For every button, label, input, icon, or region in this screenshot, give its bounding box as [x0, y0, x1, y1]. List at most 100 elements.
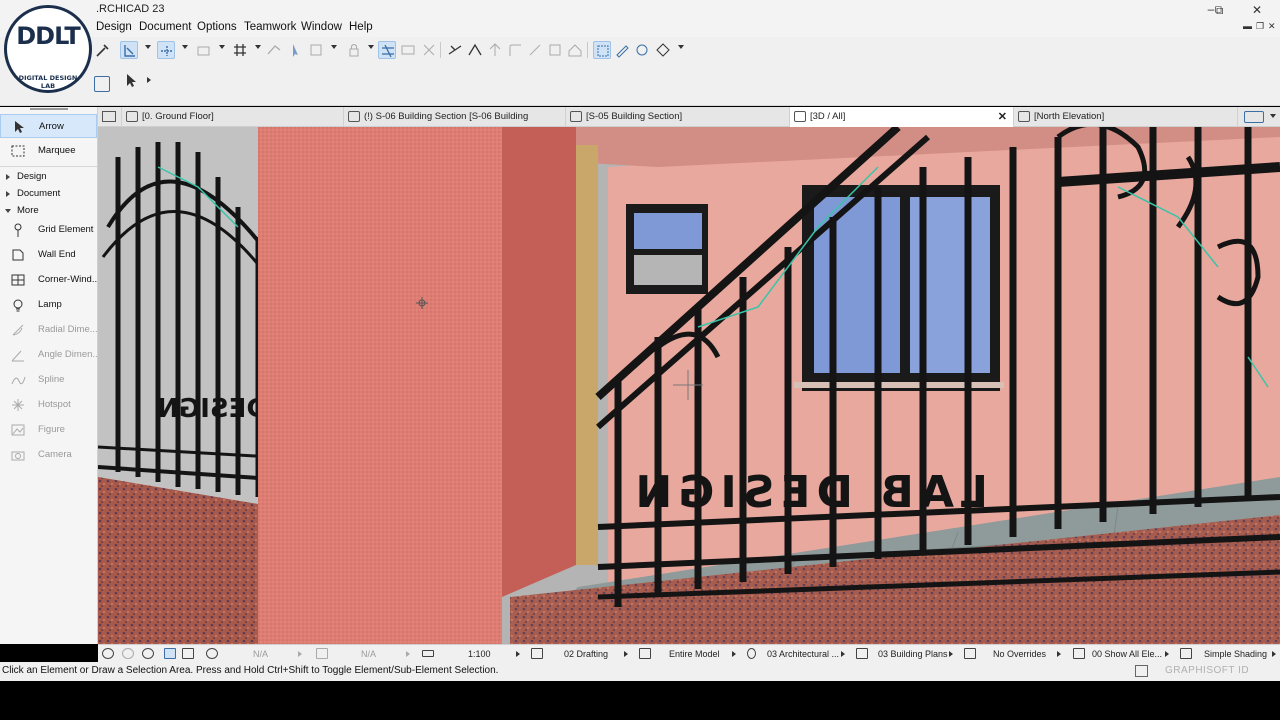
tool-radial-dimension[interactable]: Radial Dime...: [0, 318, 97, 342]
eyedropper-icon[interactable]: [94, 41, 112, 59]
shading-icon[interactable]: [1180, 648, 1192, 659]
mvo-icon[interactable]: [856, 648, 868, 659]
tab-ground-floor[interactable]: [0. Ground Floor]: [122, 107, 344, 127]
3d-viewport[interactable]: DESIGN LAB DESIGN: [98, 127, 1280, 644]
tab-north-elevation[interactable]: [North Elevation]: [1014, 107, 1238, 127]
suspend-groups-icon[interactable]: [378, 41, 396, 59]
tool-lamp[interactable]: Lamp: [0, 293, 97, 317]
mvo-dropdown[interactable]: [949, 651, 953, 657]
shading-value[interactable]: Simple Shading: [1204, 645, 1267, 663]
pen-set-dropdown[interactable]: [841, 651, 845, 657]
tab-overview-icon[interactable]: [98, 107, 122, 127]
model-view-options-value[interactable]: 03 Building Plans: [878, 645, 948, 663]
group-document[interactable]: Document: [0, 186, 97, 202]
menu-help[interactable]: Help: [347, 21, 375, 33]
mdi-restore-icon[interactable]: ❐: [1256, 21, 1264, 32]
mdi-minimize-icon[interactable]: ▬: [1243, 21, 1252, 31]
stucco-column[interactable]: [258, 127, 502, 644]
status-panel-icon[interactable]: [1135, 665, 1148, 677]
menu-window[interactable]: Window: [299, 21, 344, 33]
resize-icon[interactable]: [546, 41, 564, 59]
tool-marquee[interactable]: Marquee: [0, 139, 97, 163]
gravity-dropdown[interactable]: [145, 45, 151, 49]
info-box-toggle-icon[interactable]: [94, 76, 110, 92]
render-icon[interactable]: [654, 41, 672, 59]
zoom-dropdown[interactable]: [298, 651, 302, 657]
offset-icon[interactable]: [526, 41, 544, 59]
tool-spline[interactable]: Spline: [0, 368, 97, 392]
surface-painter-icon[interactable]: [633, 41, 651, 59]
orbit-icon[interactable]: [164, 648, 176, 659]
tool-camera[interactable]: Camera: [0, 443, 97, 467]
scale-icon[interactable]: [422, 650, 434, 657]
arrow-pointer-icon[interactable]: [122, 71, 140, 89]
explode-icon[interactable]: [420, 41, 438, 59]
tab-list-dropdown[interactable]: [1270, 114, 1276, 118]
restore-button[interactable]: ⧉: [1208, 2, 1230, 18]
select-filter-icon[interactable]: [593, 41, 611, 59]
tool-wall-end[interactable]: Wall End: [0, 243, 97, 267]
adjust-icon[interactable]: [466, 41, 484, 59]
snap-guides-icon[interactable]: [157, 41, 175, 59]
renovation-dropdown[interactable]: [1165, 651, 1169, 657]
rotation-dropdown[interactable]: [406, 651, 410, 657]
tab-s05-section[interactable]: [S-05 Building Section]: [566, 107, 790, 127]
scale-value[interactable]: 1:100: [468, 645, 491, 663]
pen-set-value[interactable]: 03 Architectural ...: [767, 645, 839, 663]
explore-icon[interactable]: [182, 648, 194, 659]
group-icon[interactable]: [307, 41, 325, 59]
group-design[interactable]: Design: [0, 169, 97, 185]
tool-corner-window[interactable]: Corner-Wind...: [0, 268, 97, 292]
renovation-filter-value[interactable]: 00 Show All Ele...: [1092, 645, 1162, 663]
tab-3d-all[interactable]: [3D / All] ✕: [790, 107, 1014, 127]
renovation-filter-icon[interactable]: [1073, 648, 1085, 659]
graphic-override-icon[interactable]: [964, 648, 976, 659]
redo-zoom-icon[interactable]: [122, 648, 134, 659]
layer-combination-value[interactable]: 02 Drafting: [564, 645, 608, 663]
menu-options[interactable]: Options: [195, 21, 239, 33]
tool-angle-dimension[interactable]: Angle Dimen...: [0, 343, 97, 367]
roof-icon[interactable]: [566, 41, 584, 59]
pick-up-icon[interactable]: [286, 41, 304, 59]
rotate-view-icon[interactable]: [316, 648, 328, 659]
model-view-value[interactable]: Entire Model: [669, 645, 720, 663]
model-view-dropdown[interactable]: [732, 651, 736, 657]
tool-grid-element[interactable]: Grid Element: [0, 218, 97, 242]
menu-teamwork[interactable]: Teamwork: [242, 21, 298, 33]
3d-scene[interactable]: DESIGN LAB DESIGN: [98, 127, 1280, 644]
tool-hotspot[interactable]: Hotspot: [0, 393, 97, 417]
render-dropdown[interactable]: [678, 45, 684, 49]
grid-snap-icon[interactable]: [231, 41, 249, 59]
tab-s06-section[interactable]: (!) S-06 Building Section [S-06 Building…: [344, 107, 566, 142]
clean-wall-icon[interactable]: [399, 41, 417, 59]
tool-figure[interactable]: Figure: [0, 418, 97, 442]
layer-combo-dropdown[interactable]: [624, 651, 628, 657]
gravity-icon[interactable]: [120, 41, 138, 59]
menu-design[interactable]: Design: [94, 21, 134, 33]
edit-pen-icon[interactable]: [613, 41, 631, 59]
pointer-dropdown[interactable]: [147, 77, 151, 83]
graphic-override-value[interactable]: No Overrides: [993, 645, 1046, 663]
grid-dropdown[interactable]: [255, 45, 261, 49]
layers-icon[interactable]: [195, 41, 213, 59]
shading-dropdown[interactable]: [1272, 651, 1276, 657]
trace-icon[interactable]: [265, 41, 283, 59]
tab-list-icon[interactable]: [1244, 111, 1264, 123]
snap-dropdown[interactable]: [182, 45, 188, 49]
mdi-close-icon[interactable]: ✕: [1268, 21, 1276, 32]
layers-dropdown[interactable]: [219, 45, 225, 49]
fit-in-window-icon[interactable]: [206, 648, 218, 659]
overrides-dropdown[interactable]: [1057, 651, 1061, 657]
intersect-icon[interactable]: [486, 41, 504, 59]
tool-arrow[interactable]: Arrow: [0, 114, 97, 138]
close-window-button[interactable]: ✕: [1246, 2, 1268, 18]
split-icon[interactable]: [446, 41, 464, 59]
group-dropdown[interactable]: [331, 45, 337, 49]
layer-combo-icon[interactable]: [531, 648, 543, 659]
model-view-icon[interactable]: [639, 648, 651, 659]
lock-dropdown[interactable]: [368, 45, 374, 49]
palette-grip[interactable]: [30, 108, 68, 110]
group-more[interactable]: More: [0, 203, 97, 219]
zoom-in-icon[interactable]: [142, 648, 154, 659]
fillet-icon[interactable]: [506, 41, 524, 59]
